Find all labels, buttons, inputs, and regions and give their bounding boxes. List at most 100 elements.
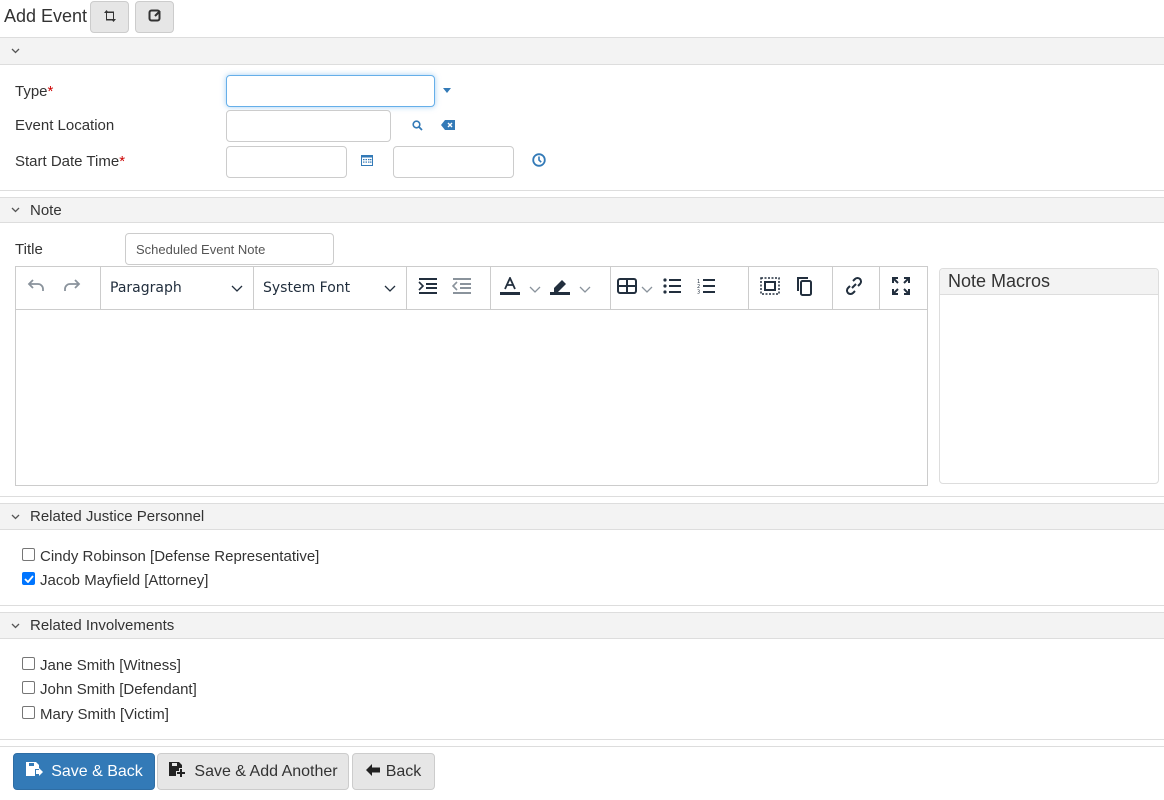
start-date-input[interactable] — [226, 146, 347, 178]
save-add-icon — [168, 761, 188, 782]
note-title-input[interactable] — [125, 233, 334, 265]
chevron-down-icon — [641, 280, 653, 297]
personnel-item-label: Cindy Robinson [Defense Representative] — [40, 548, 320, 565]
divider — [0, 496, 1164, 497]
involvements-section-header[interactable]: Related Involvements — [0, 612, 1164, 639]
involvement-item-label: John Smith [Defendant] — [40, 681, 197, 698]
edit-button[interactable] — [135, 1, 174, 33]
checkbox[interactable] — [22, 706, 35, 719]
chevron-down-icon — [529, 280, 541, 297]
font-family-select[interactable]: System Font — [254, 271, 406, 305]
page-title: Add Event — [4, 6, 88, 26]
highlight-color-button[interactable] — [545, 271, 575, 305]
chevron-down-icon — [8, 514, 22, 520]
link-button[interactable] — [837, 271, 871, 305]
svg-text:3: 3 — [697, 290, 700, 295]
caret-down-icon[interactable] — [440, 84, 454, 96]
start-date-time-label: Start Date Time* — [15, 153, 126, 170]
link-icon — [844, 276, 864, 300]
editor-content-area[interactable] — [16, 310, 927, 485]
chevron-down-icon — [382, 285, 398, 292]
note-macros-panel: Note Macros — [939, 268, 1159, 484]
search-icon[interactable] — [410, 118, 424, 132]
involvement-item[interactable]: John Smith [Defendant] — [22, 681, 197, 698]
divider — [0, 746, 1164, 747]
checkbox[interactable] — [22, 681, 35, 694]
block-format-value: Paragraph — [110, 280, 182, 296]
arrow-left-icon — [365, 763, 380, 781]
personnel-item-label: Jacob Mayfield [Attorney] — [40, 572, 209, 589]
edit-icon — [148, 8, 162, 26]
save-icon — [25, 761, 45, 782]
clear-icon[interactable] — [440, 118, 456, 132]
text-color-icon — [500, 275, 520, 299]
chevron-down-icon — [8, 48, 22, 54]
table-button[interactable] — [615, 271, 639, 305]
checkbox[interactable] — [22, 548, 35, 561]
start-time-input[interactable] — [393, 146, 514, 178]
back-label: Back — [385, 762, 422, 780]
clock-icon[interactable] — [531, 152, 547, 168]
select-all-icon — [760, 277, 780, 299]
table-dropdown[interactable] — [639, 271, 655, 305]
involvement-item-label: Jane Smith [Witness] — [40, 657, 181, 674]
numbered-list-icon: 123 — [697, 278, 715, 298]
highlighter-icon — [550, 277, 570, 299]
undo-icon — [27, 278, 47, 298]
block-format-select[interactable]: Paragraph — [101, 271, 253, 305]
chevron-down-icon — [229, 285, 245, 292]
note-section-header[interactable]: Note — [0, 197, 1164, 223]
font-family-value: System Font — [263, 280, 351, 296]
checkbox-checked[interactable] — [22, 572, 35, 585]
indent-button[interactable] — [411, 271, 445, 305]
copy-button[interactable] — [787, 271, 821, 305]
back-button[interactable]: Back — [352, 753, 435, 790]
details-section-header[interactable] — [0, 37, 1164, 65]
divider — [0, 605, 1164, 606]
save-and-back-button[interactable]: Save & Back — [13, 753, 155, 790]
outdent-icon — [451, 278, 472, 298]
outdent-button[interactable] — [445, 271, 479, 305]
save-and-back-label: Save & Back — [51, 762, 143, 780]
editor-toolbar: Paragraph System Font 1 2 3 — [16, 267, 927, 310]
table-icon — [617, 278, 637, 298]
personnel-item[interactable]: Jacob Mayfield [Attorney] — [22, 572, 208, 589]
involvements-section-label: Related Involvements — [30, 617, 175, 634]
redo-button[interactable] — [54, 271, 88, 305]
note-macros-title: Note Macros — [940, 269, 1158, 295]
highlight-color-dropdown[interactable] — [575, 271, 595, 305]
personnel-item[interactable]: Cindy Robinson [Defense Representative] — [22, 548, 319, 565]
involvement-item-label: Mary Smith [Victim] — [40, 706, 169, 723]
fullscreen-button[interactable] — [884, 271, 918, 305]
fullscreen-icon — [891, 276, 911, 300]
retweet-button[interactable] — [90, 1, 129, 33]
indent-icon — [418, 278, 438, 298]
type-select[interactable] — [226, 75, 435, 107]
involvement-item[interactable]: Mary Smith [Victim] — [22, 706, 169, 723]
event-location-input[interactable] — [226, 110, 391, 142]
divider — [0, 190, 1164, 191]
justice-personnel-section-label: Related Justice Personnel — [30, 508, 205, 525]
copy-icon — [796, 276, 812, 300]
bullet-list-icon — [663, 278, 681, 298]
text-color-dropdown[interactable] — [525, 271, 545, 305]
save-and-add-another-button[interactable]: Save & Add Another — [157, 753, 349, 790]
justice-personnel-section-header[interactable]: Related Justice Personnel — [0, 503, 1164, 530]
calendar-icon[interactable] — [360, 153, 374, 167]
chevron-down-icon — [8, 207, 22, 213]
retweet-icon — [103, 9, 117, 26]
save-and-add-another-label: Save & Add Another — [194, 762, 338, 780]
type-label: Type* — [15, 83, 54, 100]
involvement-item[interactable]: Jane Smith [Witness] — [22, 657, 181, 674]
bullet-list-button[interactable] — [655, 271, 689, 305]
undo-button[interactable] — [20, 271, 54, 305]
rich-text-editor: Paragraph System Font 1 2 3 — [15, 266, 928, 486]
checkbox[interactable] — [22, 657, 35, 670]
select-all-button[interactable] — [753, 271, 787, 305]
text-color-button[interactable] — [495, 271, 525, 305]
divider — [0, 739, 1164, 740]
note-section-label: Note — [30, 201, 62, 219]
note-title-label: Title — [15, 241, 43, 258]
numbered-list-button[interactable]: 123 — [689, 271, 723, 305]
redo-icon — [61, 278, 81, 298]
